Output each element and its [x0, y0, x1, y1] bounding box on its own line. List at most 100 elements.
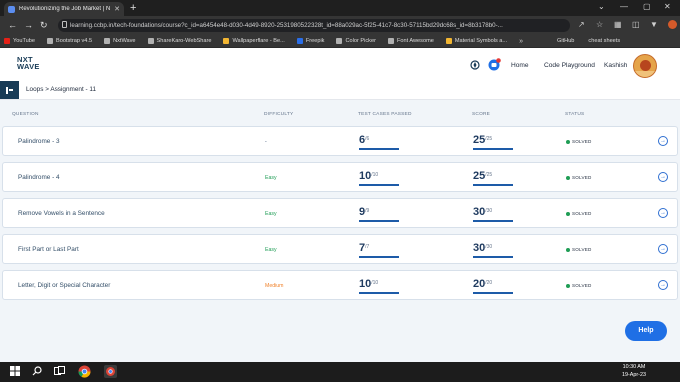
bookmark-bootstrap[interactable]: Bootstrap v4.5 [46, 38, 92, 44]
page-icon [46, 38, 53, 44]
taskbar-clock[interactable]: 10:30 AM 19-Apr-23 [622, 363, 646, 379]
windows-start-icon[interactable] [10, 366, 20, 376]
solved-dot-icon [566, 175, 570, 180]
search-icon[interactable] [32, 366, 42, 376]
extensions-icon[interactable]: ▦ [614, 20, 622, 30]
table-row[interactable]: Letter, Digit or Special Character Mediu… [2, 270, 678, 300]
score-value: 20/20 [473, 278, 493, 290]
page-icon [387, 38, 394, 44]
bookmark-star-icon[interactable]: ☆ [596, 20, 603, 30]
question-title[interactable]: Palindrome - 3 [18, 138, 60, 145]
chrome-window-icon[interactable] [104, 365, 117, 378]
status-badge: SOLVED [566, 247, 592, 252]
clock-date: 19-Apr-23 [622, 372, 646, 378]
score-bar [473, 148, 513, 150]
page-icon [445, 38, 452, 44]
help-button[interactable]: Help [625, 321, 667, 341]
bookmark-youtube[interactable]: YouTube [4, 38, 35, 44]
open-question-arrow-icon[interactable]: → [658, 208, 668, 218]
status-badge: SOLVED [566, 175, 592, 180]
minimize-button[interactable]: — [620, 1, 628, 13]
table-row[interactable]: Remove Vowels in a Sentence Easy 9/9 30/… [2, 198, 678, 228]
status-badge: SOLVED [566, 283, 592, 288]
side-panel-icon[interactable]: ◫ [632, 20, 640, 30]
difficulty-label: Easy [265, 211, 277, 217]
bookmark-nxtwave[interactable]: NxtWave [104, 38, 136, 44]
sidebar-toggle-button[interactable] [0, 81, 19, 99]
bookmark-wallpaperflare[interactable]: Wallpaperflare - Be... [223, 38, 285, 44]
bookmark-freepik[interactable]: Freepik [296, 38, 324, 44]
solved-dot-icon [566, 283, 570, 288]
address-bar-url: learning.ccbp.in/tech-foundations/course… [70, 22, 503, 29]
notification-icon[interactable] [488, 58, 501, 71]
test-cases-passed: 9/9 [359, 206, 370, 218]
open-question-arrow-icon[interactable]: → [658, 136, 668, 146]
streak-icon[interactable] [470, 60, 480, 70]
bookmark-font-awesome[interactable]: Font Awesome [387, 38, 434, 44]
test-cases-passed: 10/10 [359, 170, 379, 182]
question-title[interactable]: Remove Vowels in a Sentence [18, 210, 105, 217]
windows-taskbar [0, 362, 680, 382]
difficulty-label: Easy [265, 247, 277, 253]
bookmark-color-picker[interactable]: Color Picker [336, 38, 376, 44]
difficulty-label: - [265, 139, 267, 145]
score-bar [473, 256, 513, 258]
browser-tab-active[interactable]: Revolutionizing the Job Market | N ✕ [4, 2, 124, 16]
test-cases-passed: 6/6 [359, 134, 370, 146]
solved-dot-icon [566, 211, 570, 216]
nav-code-playground[interactable]: Code Playground [544, 62, 595, 69]
browser-profile-avatar[interactable] [668, 20, 677, 29]
breadcrumb-bar [0, 81, 680, 100]
maximize-button[interactable]: ▢ [643, 1, 651, 13]
table-row[interactable]: Palindrome - 4 Easy 10/10 25/25 SOLVED → [2, 162, 678, 192]
task-view-icon[interactable] [54, 366, 65, 376]
nav-home[interactable]: Home [511, 62, 529, 69]
test-cases-bar [359, 292, 399, 294]
user-name[interactable]: Kashish [604, 62, 627, 69]
open-question-arrow-icon[interactable]: → [658, 244, 668, 254]
tab-close-icon[interactable]: ✕ [114, 5, 120, 13]
difficulty-label: Medium [265, 283, 284, 289]
open-question-arrow-icon[interactable]: → [658, 280, 668, 290]
close-window-button[interactable]: ✕ [664, 1, 671, 13]
bookmark-github[interactable]: GitHub [557, 38, 574, 44]
test-cases-passed: 7/7 [359, 242, 370, 254]
downloads-icon[interactable]: ▼ [650, 20, 658, 30]
bookmark-cheat-sheets[interactable]: cheat sheets [588, 38, 620, 44]
bookmarks-right: GitHub cheat sheets [557, 38, 620, 44]
column-header-test-cases: TEST CASES PASSED [358, 112, 412, 117]
table-row[interactable]: Palindrome - 3 - 6/6 25/25 SOLVED → [2, 126, 678, 156]
column-header-score: SCORE [472, 112, 491, 117]
question-title[interactable]: First Part or Last Part [18, 246, 79, 253]
bookmarks-overflow[interactable]: » [519, 38, 523, 45]
youtube-icon [4, 38, 10, 44]
chrome-icon[interactable] [78, 365, 91, 378]
question-title[interactable]: Letter, Digit or Special Character [18, 282, 110, 289]
share-icon[interactable]: ↗ [578, 20, 585, 30]
score-bar [473, 220, 513, 222]
back-arrow-icon[interactable]: ← [8, 19, 17, 31]
tab-search-icon[interactable]: ⌄ [598, 1, 605, 13]
score-bar [473, 292, 513, 294]
status-badge: SOLVED [566, 211, 592, 216]
bookmark-material-symbols[interactable]: Material Symbols a... [445, 38, 507, 44]
browser-toolbar: ← → ↻ learning.ccbp.in/tech-foundations/… [0, 16, 680, 35]
new-tab-button[interactable]: + [130, 1, 136, 15]
open-question-arrow-icon[interactable]: → [658, 172, 668, 182]
address-bar[interactable]: learning.ccbp.in/tech-foundations/course… [58, 19, 570, 32]
page-icon [147, 38, 154, 44]
nxtwave-logo[interactable]: NXT WAVE [17, 56, 40, 71]
reload-icon[interactable]: ↻ [40, 19, 48, 31]
question-title[interactable]: Palindrome - 4 [18, 174, 60, 181]
column-header-status: STATUS [565, 112, 585, 117]
bookmark-sharekaro[interactable]: ShareKaro-WebShare [147, 38, 211, 44]
forward-arrow-icon[interactable]: → [24, 19, 33, 31]
page-icon [296, 38, 303, 44]
score-value: 30/30 [473, 242, 493, 254]
page-icon [223, 38, 230, 44]
score-value: 25/25 [473, 134, 493, 146]
user-avatar[interactable] [633, 54, 657, 78]
column-header-difficulty: DIFFICULTY [264, 112, 294, 117]
browser-tabstrip: Revolutionizing the Job Market | N ✕ + ⌄… [0, 0, 680, 16]
table-row[interactable]: First Part or Last Part Easy 7/7 30/30 S… [2, 234, 678, 264]
